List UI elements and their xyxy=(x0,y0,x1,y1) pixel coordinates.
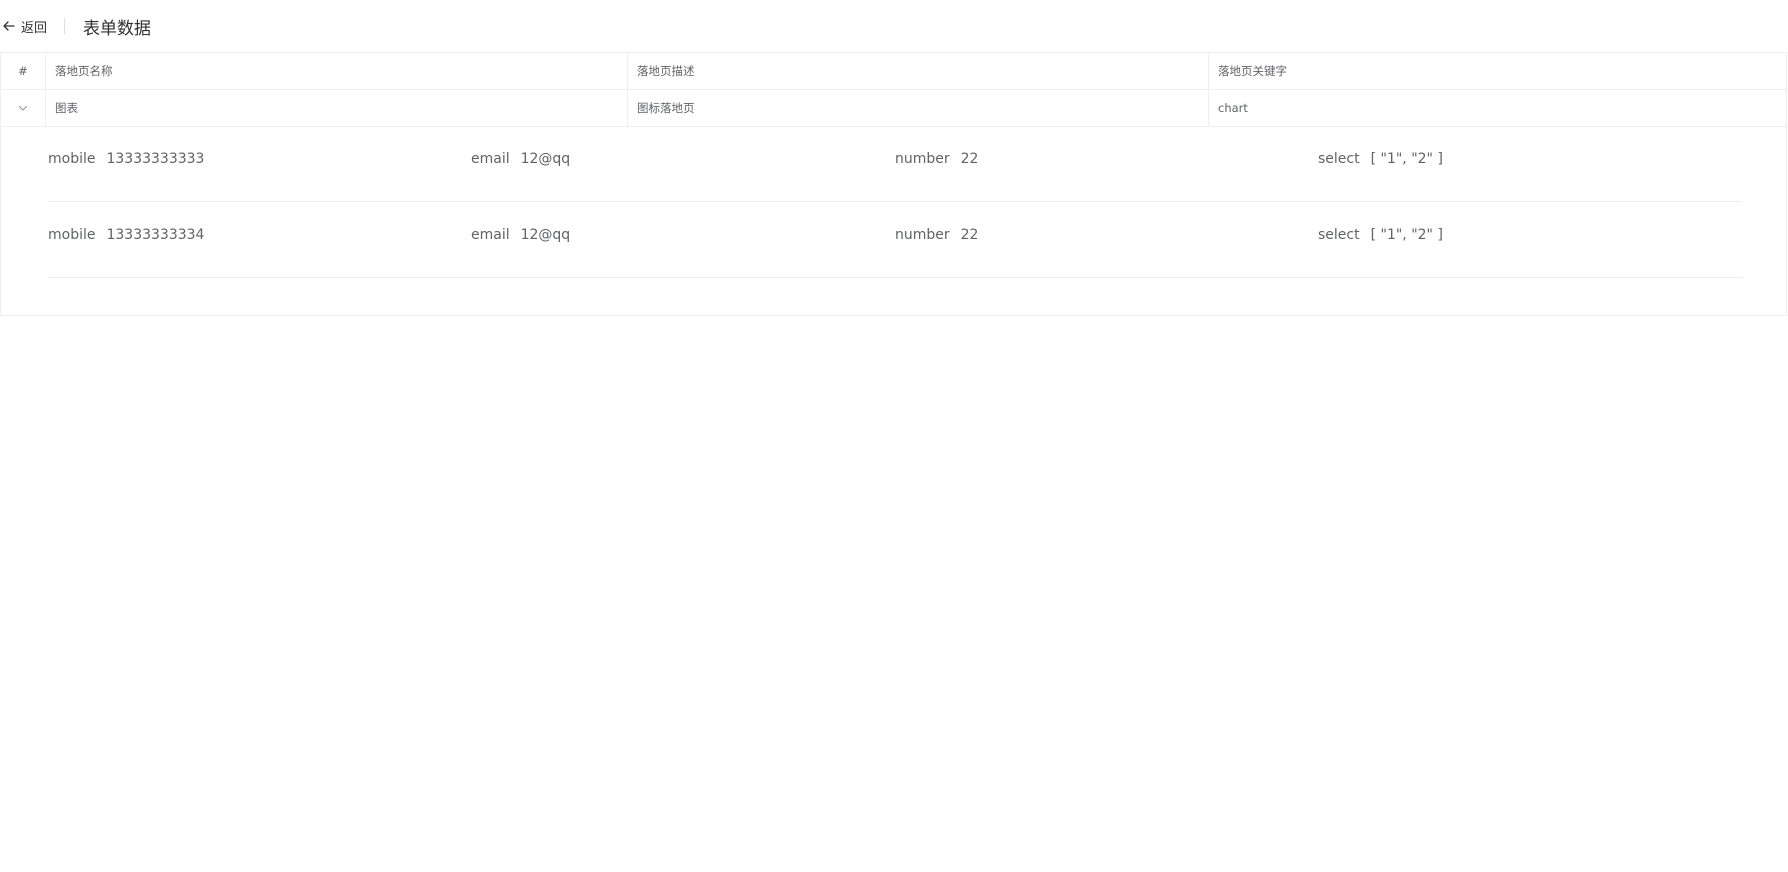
field-value: [ "1", "2" ] xyxy=(1370,227,1443,243)
field-value: 22 xyxy=(960,227,979,243)
field-email: email 12@qq xyxy=(471,227,570,243)
table-header-row: # 落地页名称 落地页描述 落地页关键字 xyxy=(1,53,1786,90)
arrow-left-icon xyxy=(3,21,15,31)
column-header-name: 落地页名称 xyxy=(46,53,628,89)
page-title: 表单数据 xyxy=(83,18,152,39)
column-header-keywords: 落地页关键字 xyxy=(1218,64,1287,78)
field-label: number xyxy=(895,151,950,167)
detail-row: mobile 13333333334 email 12@qq number 22… xyxy=(48,203,1742,278)
field-label: mobile xyxy=(48,227,96,243)
field-label: select xyxy=(1318,151,1360,167)
field-email: email 12@qq xyxy=(471,151,570,167)
back-label: 返回 xyxy=(21,20,48,36)
field-value: [ "1", "2" ] xyxy=(1370,151,1443,167)
column-header-description: 落地页描述 xyxy=(628,53,1209,89)
field-value: 22 xyxy=(960,151,979,167)
column-header-index: # xyxy=(1,53,46,89)
field-value: 12@qq xyxy=(520,151,571,167)
field-mobile: mobile 13333333334 xyxy=(48,227,204,243)
back-button[interactable]: 返回 xyxy=(2,17,47,36)
field-select: select [ "1", "2" ] xyxy=(1318,227,1443,243)
expand-toggle[interactable] xyxy=(1,90,46,126)
field-value: 13333333333 xyxy=(106,151,205,167)
cell-description: 图标落地页 xyxy=(628,90,1209,126)
field-select: select [ "1", "2" ] xyxy=(1318,151,1443,167)
field-label: number xyxy=(895,227,950,243)
field-label: email xyxy=(471,151,510,167)
field-label: mobile xyxy=(48,151,96,167)
header-divider xyxy=(64,18,66,34)
detail-row: mobile 13333333333 email 12@qq number 22… xyxy=(48,127,1742,202)
data-table: # 落地页名称 落地页描述 落地页关键字 图表 图标落地页 chart mobi… xyxy=(0,52,1787,316)
field-number: number 22 xyxy=(895,151,978,167)
page-header: 返回 表单数据 xyxy=(0,0,1788,52)
field-label: email xyxy=(471,227,510,243)
field-label: select xyxy=(1318,227,1360,243)
field-value: 13333333334 xyxy=(106,227,205,243)
field-number: number 22 xyxy=(895,227,978,243)
expanded-details: mobile 13333333333 email 12@qq number 22… xyxy=(1,127,1786,315)
field-value: 12@qq xyxy=(520,227,571,243)
cell-name: 图表 xyxy=(46,90,628,126)
field-mobile: mobile 13333333333 xyxy=(48,151,204,167)
chevron-down-icon xyxy=(19,106,27,111)
cell-keywords: chart xyxy=(1218,101,1248,115)
table-row[interactable]: 图表 图标落地页 chart xyxy=(1,90,1786,127)
